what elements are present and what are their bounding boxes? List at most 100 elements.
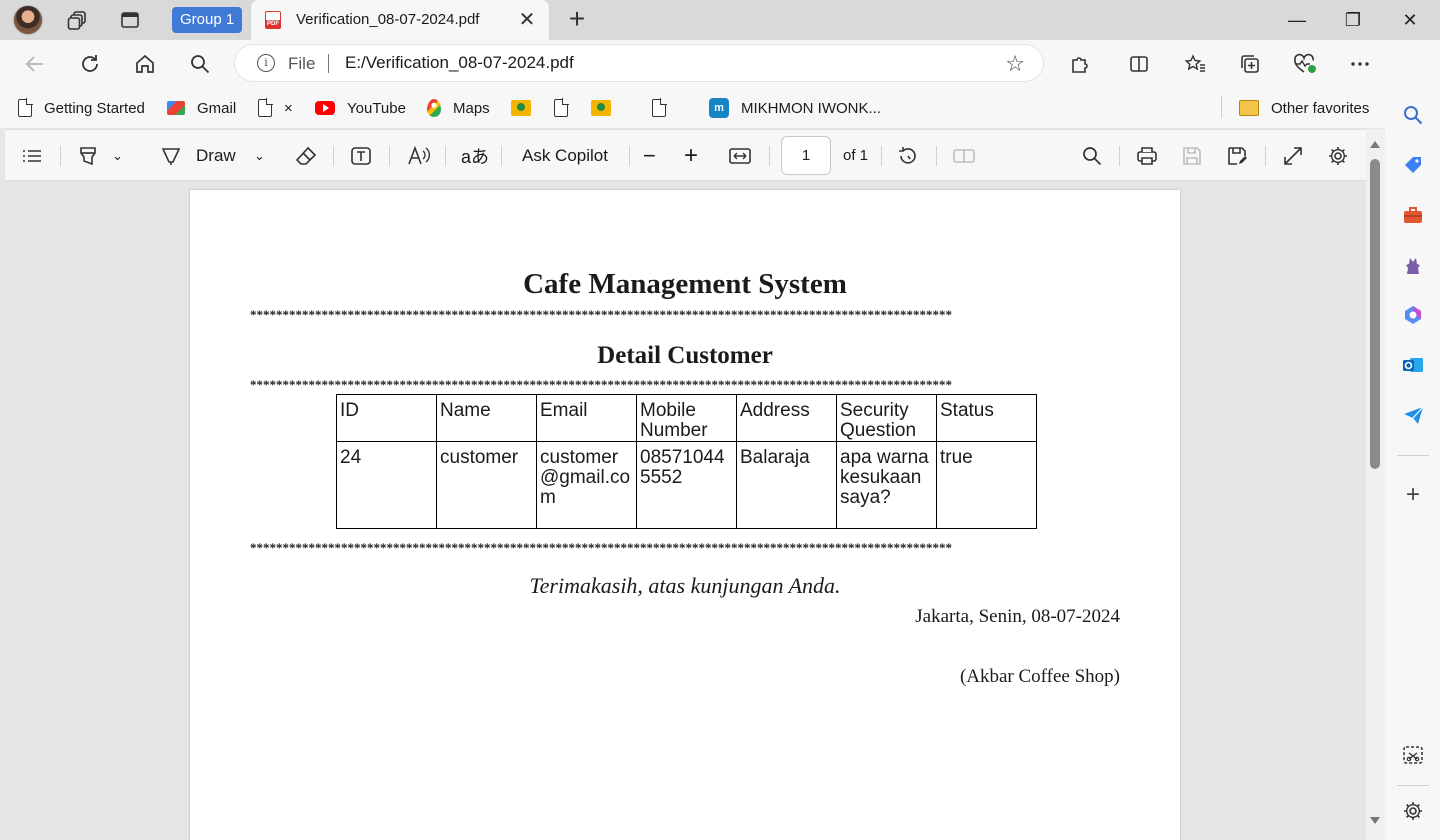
address-bar[interactable]: i File E:/Verification_08-07-2024.pdf ☆ <box>235 45 1043 81</box>
info-icon[interactable]: i <box>257 54 275 72</box>
search-icon <box>1083 147 1102 166</box>
toolbar-divider <box>629 146 630 166</box>
minimize-button[interactable]: — <box>1275 4 1319 36</box>
scrollbar-thumb[interactable] <box>1370 159 1380 469</box>
maximize-button[interactable]: ❐ <box>1331 4 1375 36</box>
print-button[interactable] <box>1136 144 1158 168</box>
sidebar-games-icon[interactable] <box>1402 254 1424 276</box>
save-button[interactable] <box>1181 144 1203 168</box>
column-header: Mobile Number <box>636 394 737 442</box>
column-header: ID <box>336 394 437 442</box>
page-view-icon <box>953 149 975 163</box>
favorite-star-icon[interactable]: ☆ <box>1005 51 1025 77</box>
search-button[interactable] <box>186 50 214 78</box>
erase-button[interactable] <box>295 144 317 168</box>
table-cell: Balaraja <box>736 441 837 529</box>
table-header-row: ID Name Email Mobile Number Address Secu… <box>336 394 1037 442</box>
sidebar-screenshot-icon[interactable] <box>1402 744 1424 766</box>
sidebar-search-icon[interactable] <box>1402 104 1424 126</box>
back-button[interactable] <box>21 50 49 78</box>
toolbar-divider <box>881 146 882 166</box>
scroll-down-arrow-icon[interactable] <box>1370 817 1380 824</box>
pdf-settings-button[interactable] <box>1327 144 1349 168</box>
zoom-in-button[interactable]: + <box>684 142 698 169</box>
toolbar-divider <box>501 146 502 166</box>
draw-button[interactable]: Draw <box>160 144 236 168</box>
extensions-button[interactable] <box>1066 50 1094 78</box>
split-screen-button[interactable] <box>1125 50 1153 78</box>
table-row: 24 customer customer@gmail.com 085710445… <box>336 441 1037 529</box>
fit-to-width-button[interactable] <box>728 144 752 168</box>
draw-dropdown-chevron-icon[interactable]: ⌄ <box>254 144 265 168</box>
place-date: Jakarta, Senin, 08-07-2024 <box>915 606 1120 627</box>
read-aloud-button[interactable] <box>407 144 431 168</box>
highlight-dropdown-chevron-icon[interactable]: ⌄ <box>112 144 123 168</box>
tab-strip: Group 1 Verification_08-07-2024.pdf ✕ + … <box>0 0 1440 40</box>
favorites-button[interactable] <box>1181 50 1209 78</box>
bookmark-classroom-2[interactable] <box>591 97 623 119</box>
column-header: Address <box>736 394 837 442</box>
bookmark-doc-2[interactable] <box>652 97 678 119</box>
bookmark-gmail[interactable]: Gmail <box>167 97 236 119</box>
browser-essentials-button[interactable] <box>1291 50 1319 78</box>
bookmark-label: YouTube <box>347 99 406 117</box>
table-cell: customer <box>436 441 537 529</box>
page-number-input[interactable]: 1 <box>781 136 831 175</box>
full-screen-button[interactable] <box>1282 144 1304 168</box>
profile-avatar[interactable] <box>13 5 43 35</box>
save-disk-icon <box>1183 147 1201 165</box>
bookmark-maps[interactable]: Maps <box>427 97 490 119</box>
home-button[interactable] <box>131 50 159 78</box>
find-button[interactable] <box>1081 144 1103 168</box>
doc-icon <box>554 98 569 117</box>
sidebar-send-icon[interactable] <box>1402 404 1424 426</box>
sidebar-outlook-icon[interactable] <box>1402 354 1424 376</box>
asterisk-divider: ****************************************… <box>250 308 952 322</box>
home-icon <box>136 54 154 73</box>
bookmark-youtube[interactable]: YouTube <box>315 97 406 119</box>
vertical-scrollbar[interactable] <box>1366 129 1385 840</box>
new-tab-button[interactable]: + <box>563 5 591 34</box>
sidebar-microsoft365-icon[interactable] <box>1402 304 1424 326</box>
page-view-button[interactable] <box>952 144 976 168</box>
tab-actions-icon[interactable] <box>116 6 144 34</box>
toolbar-divider <box>389 146 390 166</box>
tab-close-button[interactable]: ✕ <box>515 8 539 32</box>
url-text[interactable]: E:/Verification_08-07-2024.pdf <box>345 53 574 73</box>
settings-and-more-button[interactable] <box>1346 50 1374 78</box>
sidebar-shopping-tag-icon[interactable] <box>1402 154 1424 176</box>
close-window-button[interactable]: ✕ <box>1388 4 1432 36</box>
active-tab[interactable]: Verification_08-07-2024.pdf ✕ <box>251 0 549 40</box>
collections-button[interactable] <box>1236 50 1264 78</box>
contents-button[interactable] <box>21 144 43 168</box>
sidebar-add-icon[interactable]: + <box>1402 483 1424 507</box>
ask-copilot-button[interactable]: Ask Copilot <box>522 144 608 168</box>
sidebar-tools-icon[interactable] <box>1402 204 1424 226</box>
refresh-button[interactable] <box>76 50 104 78</box>
printer-icon <box>1137 147 1157 165</box>
bookmark-classroom-1[interactable] <box>511 97 543 119</box>
workspaces-icon[interactable] <box>64 6 92 34</box>
rotate-button[interactable] <box>897 144 919 168</box>
tab-group-chip[interactable]: Group 1 <box>172 7 243 33</box>
url-scheme: File <box>288 54 316 73</box>
bookmark-mikhmon[interactable]: m MIKHMON IWONK... <box>709 97 881 119</box>
thank-you-note: Terimakasih, atas kunjungan Anda. <box>529 573 841 598</box>
pdf-viewer[interactable]: Cafe Management System *****************… <box>5 181 1366 840</box>
save-as-button[interactable] <box>1226 144 1248 168</box>
bookmark-x[interactable]: × <box>258 97 293 119</box>
sidebar-settings-gear-icon[interactable] <box>1402 800 1424 822</box>
scroll-up-arrow-icon[interactable] <box>1370 141 1380 148</box>
highlight-button[interactable] <box>77 144 99 168</box>
bookmark-getting-started[interactable]: Getting Started <box>18 97 145 119</box>
column-header: Status <box>936 394 1037 442</box>
add-text-button[interactable] <box>350 144 372 168</box>
bookmark-doc-1[interactable] <box>554 97 580 119</box>
zoom-out-button[interactable]: − <box>643 143 656 168</box>
translate-glyph: aあ <box>461 144 490 168</box>
maps-icon <box>427 99 441 117</box>
table-cell: 24 <box>336 441 437 529</box>
table-cell: apa warna kesukaan saya? <box>836 441 937 529</box>
back-arrow-icon <box>25 56 43 72</box>
other-favorites-folder[interactable]: Other favorites <box>1239 97 1369 119</box>
